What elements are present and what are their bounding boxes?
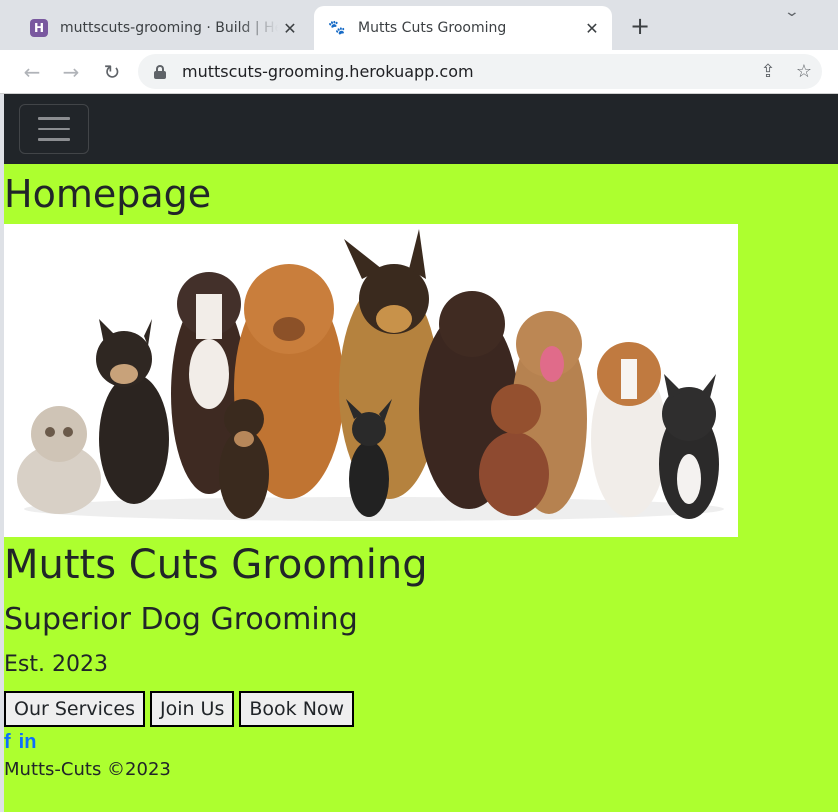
tab-title: Mutts Cuts Grooming — [358, 20, 507, 36]
button-row: Our Services Join Us Book Now — [4, 691, 738, 727]
facebook-icon[interactable]: f — [4, 731, 11, 754]
url-text[interactable]: muttscuts-grooming.herokuapp.com — [182, 62, 750, 81]
book-now-button[interactable]: Book Now — [239, 691, 355, 727]
footer-copyright: Mutts-Cuts ©2023 — [4, 759, 171, 780]
heroku-icon: H — [30, 19, 48, 37]
browser-toolbar: ← → ↻ muttscuts-grooming.herokuapp.com ⇪… — [0, 50, 838, 94]
hero-image — [4, 224, 738, 537]
established-text: Est. 2023 — [4, 652, 108, 677]
share-icon[interactable]: ⇪ — [750, 61, 786, 82]
our-services-button[interactable]: Our Services — [4, 691, 145, 727]
close-icon[interactable]: ✕ — [278, 19, 302, 38]
main-content: Homepage Mutts Cuts Grooming Superior Do… — [4, 164, 738, 780]
web-page: Homepage Mutts Cuts Grooming Superior Do… — [4, 94, 838, 812]
hamburger-menu-button[interactable] — [19, 104, 89, 154]
tagline-heading: Superior Dog Grooming — [4, 602, 358, 637]
navbar — [4, 94, 838, 164]
reload-icon[interactable]: ↻ — [98, 58, 126, 86]
lock-icon[interactable] — [154, 64, 166, 79]
paw-icon: 🐾 — [328, 20, 346, 36]
tab-mutts-cuts[interactable]: 🐾 Mutts Cuts Grooming ✕ — [314, 6, 612, 50]
social-links: f in — [4, 731, 738, 753]
forward-arrow-icon[interactable]: → — [57, 58, 85, 86]
hamburger-icon — [38, 117, 70, 120]
tab-title: muttscuts-grooming · Build | Heroku — [60, 20, 278, 36]
browser-tab-strip: H muttscuts-grooming · Build | Heroku ✕ … — [0, 0, 838, 50]
address-bar[interactable]: muttscuts-grooming.herokuapp.com ⇪ ☆ — [138, 54, 822, 89]
join-us-button[interactable]: Join Us — [149, 691, 235, 727]
dogs-group-image — [4, 224, 738, 537]
bookmark-star-icon[interactable]: ☆ — [786, 61, 822, 82]
chevron-down-icon[interactable]: ⌄ — [784, 4, 800, 20]
tab-heroku-build[interactable]: H muttscuts-grooming · Build | Heroku ✕ — [20, 6, 310, 50]
page-title: Homepage — [4, 172, 212, 216]
brand-heading: Mutts Cuts Grooming — [4, 542, 428, 588]
linkedin-icon[interactable]: in — [19, 731, 37, 754]
back-arrow-icon[interactable]: ← — [18, 58, 46, 86]
new-tab-icon[interactable]: + — [626, 12, 654, 40]
close-icon[interactable]: ✕ — [580, 19, 604, 38]
